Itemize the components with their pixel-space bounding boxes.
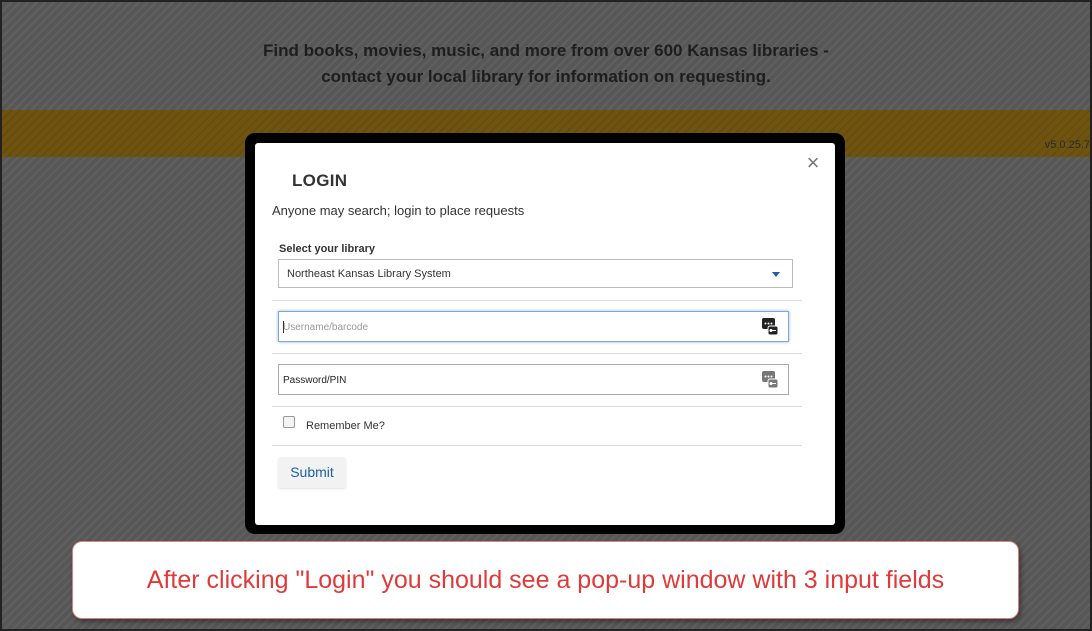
password-input[interactable]: Password/PIN	[278, 364, 789, 395]
divider	[272, 353, 802, 354]
close-icon[interactable]: ×	[803, 152, 823, 174]
divider	[272, 406, 802, 407]
library-select[interactable]: Northeast Kansas Library System	[278, 259, 793, 288]
chevron-down-icon	[772, 272, 780, 277]
library-select-label: Select your library	[279, 243, 375, 255]
tagline-line-2: contact your local library for informati…	[321, 67, 771, 86]
password-manager-icon[interactable]	[762, 318, 778, 335]
text-cursor	[283, 321, 284, 333]
username-placeholder: Username/barcode	[283, 322, 369, 333]
login-modal: × LOGIN Anyone may search; login to plac…	[255, 143, 835, 525]
modal-title: LOGIN	[292, 171, 348, 190]
library-select-value: Northeast Kansas Library System	[287, 268, 451, 280]
username-input[interactable]: Username/barcode	[278, 311, 789, 342]
modal-subtitle: Anyone may search; login to place reques…	[272, 203, 525, 218]
password-placeholder: Password/PIN	[283, 375, 347, 386]
divider	[272, 445, 802, 446]
tagline-line-1: Find books, movies, music, and more from…	[263, 41, 829, 60]
annotation-callout: After clicking "Login" you should see a …	[72, 541, 1019, 619]
remember-me-label[interactable]: Remember Me?	[306, 420, 385, 432]
site-tagline: Find books, movies, music, and more from…	[2, 38, 1090, 90]
password-manager-icon[interactable]	[762, 371, 778, 388]
divider	[272, 300, 802, 301]
remember-me-checkbox[interactable]	[283, 416, 295, 428]
version-label: v5.0.25.7	[1044, 139, 1090, 151]
submit-button[interactable]: Submit	[278, 457, 346, 488]
